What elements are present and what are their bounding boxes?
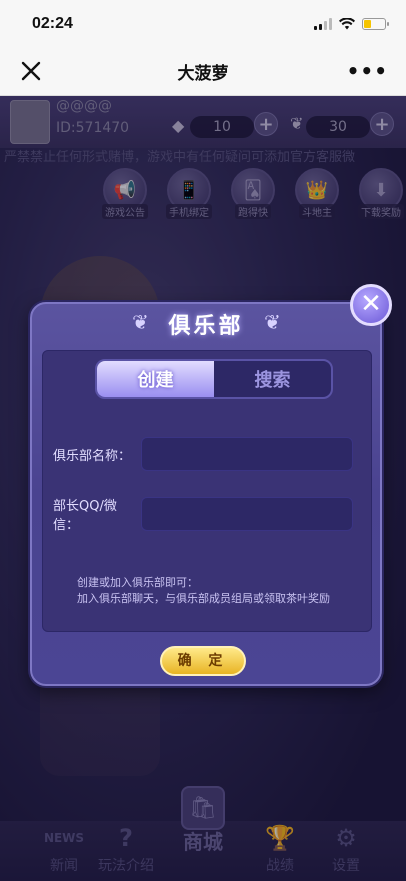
cellular-signal-icon: [314, 18, 332, 30]
laurel-right-icon: ❦: [264, 310, 281, 334]
wifi-icon: [339, 18, 355, 30]
page-title: 大菠萝: [177, 64, 229, 84]
club-name-label: 俱乐部名称：: [53, 448, 132, 464]
battery-level: [364, 20, 371, 28]
webview-nav-bar: 大菠萝 •••: [0, 48, 406, 96]
club-hint: 创建或加入俱乐部即可： 加入俱乐部聊天，与俱乐部成员组局或领取茶叶奖励: [77, 575, 330, 607]
status-indicators: [314, 18, 389, 30]
club-tabs: 创建 搜索: [95, 359, 333, 399]
club-hint-line-1: 创建或加入俱乐部即可：: [77, 576, 198, 589]
club-name-row: 俱乐部名称：: [53, 437, 353, 471]
dialog-close-icon[interactable]: ✕: [350, 284, 392, 326]
club-dialog: ❦ 俱乐部 ❦ 创建 搜索 俱乐部名称： 部长QQ/微信： 创建或加入俱乐部即可…: [30, 302, 382, 686]
tab-create[interactable]: 创建: [97, 361, 214, 397]
leader-contact-label: 部长QQ/微信：: [53, 499, 117, 533]
game-area: @@@@ ID:571470 ◆ 10 + ❦ 30 + 严禁禁止任何形式赌博，…: [0, 96, 406, 881]
club-name-input[interactable]: [141, 437, 353, 471]
tab-search[interactable]: 搜索: [214, 361, 331, 397]
club-dialog-title: 俱乐部: [168, 314, 244, 339]
club-form-panel: 创建 搜索 俱乐部名称： 部长QQ/微信： 创建或加入俱乐部即可： 加入俱乐部聊…: [42, 350, 372, 632]
close-icon[interactable]: [20, 60, 42, 82]
status-bar: 02:24: [0, 0, 406, 48]
leader-contact-row: 部长QQ/微信：: [53, 495, 353, 533]
status-time: 02:24: [32, 15, 73, 32]
leader-contact-input[interactable]: [141, 497, 353, 531]
confirm-button[interactable]: 确 定: [160, 646, 246, 676]
club-hint-line-2: 加入俱乐部聊天，与俱乐部成员组局或领取茶叶奖励: [77, 592, 330, 605]
more-options-icon[interactable]: •••: [347, 61, 388, 81]
battery-icon: [362, 18, 389, 30]
